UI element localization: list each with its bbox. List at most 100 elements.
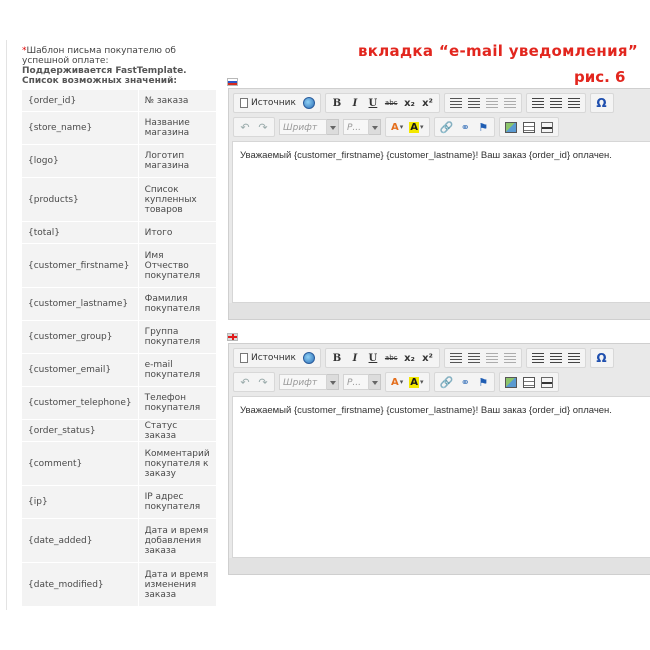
anchor-button[interactable]: ⚑ (475, 119, 491, 135)
size-combo[interactable]: Р... (343, 374, 381, 390)
italic-button[interactable]: I (347, 95, 363, 111)
chevron-down-icon[interactable] (369, 374, 381, 390)
table-row: {customer_email} e-mail покупателя (21, 353, 217, 387)
bulleted-list-button[interactable] (466, 350, 482, 366)
align-right-icon (567, 353, 580, 363)
template-intro: *Шаблон письма покупателю об успешной оп… (22, 46, 222, 86)
unlink-button[interactable]: ⚭ (457, 374, 473, 390)
undo-button[interactable]: ↶ (237, 119, 253, 135)
table-row: {date_added} Дата и время добавления зака… (21, 518, 217, 563)
indent-button[interactable] (502, 95, 518, 111)
variable-key: {customer_group} (21, 320, 139, 354)
align-right-button[interactable] (566, 95, 582, 111)
editor-ru-content[interactable]: Уважаемый {customer_firstname} {customer… (232, 141, 650, 303)
numbered-list-icon (449, 98, 462, 108)
image-button[interactable] (503, 374, 519, 390)
align-left-button[interactable] (530, 95, 546, 111)
toolbar-group-source: Источник (233, 348, 321, 368)
unlink-icon: ⚭ (460, 120, 470, 134)
variable-description: e-mail покупателя (137, 353, 217, 387)
align-center-button[interactable] (548, 95, 564, 111)
subscript-button[interactable]: x₂ (402, 95, 418, 111)
align-center-icon (549, 353, 562, 363)
toolbar-group-lists (443, 348, 522, 368)
document-icon (240, 98, 248, 108)
variable-description: Логотип магазина (137, 144, 217, 178)
indent-button[interactable] (502, 350, 518, 366)
font-combo[interactable]: Шрифт (279, 119, 339, 135)
flag-en-icon[interactable] (227, 333, 238, 341)
link-button[interactable]: 🔗 (438, 374, 456, 390)
unlink-button[interactable]: ⚭ (457, 119, 473, 135)
superscript-button[interactable]: x² (420, 350, 436, 366)
variable-key: {date_added} (21, 518, 139, 563)
hr-button[interactable] (539, 119, 555, 135)
text-color-button[interactable]: A ▾ (389, 119, 405, 135)
hr-button[interactable] (539, 374, 555, 390)
align-left-button[interactable] (530, 350, 546, 366)
chevron-down-icon[interactable] (369, 119, 381, 135)
templates-button[interactable] (301, 95, 317, 111)
align-center-button[interactable] (548, 350, 564, 366)
superscript-button[interactable]: x² (420, 95, 436, 111)
table-button[interactable] (521, 374, 537, 390)
toolbar-group-basic: B I U abc x₂ x² (324, 93, 440, 113)
table-row: {products} Список купленных товаров (21, 177, 217, 222)
strike-button[interactable]: abc (383, 350, 400, 366)
variable-description: Дата и время добавления заказа (137, 518, 217, 563)
templates-button[interactable] (301, 350, 317, 366)
outdent-button[interactable] (484, 95, 500, 111)
source-button[interactable]: Источник (237, 95, 299, 111)
redo-button[interactable]: ↷ (255, 119, 271, 135)
font-combo[interactable]: Шрифт (279, 374, 339, 390)
toolbar-group-source: Источник (233, 93, 321, 113)
undo-button[interactable]: ↶ (237, 374, 253, 390)
toolbar-group-align (525, 348, 586, 368)
outdent-button[interactable] (484, 350, 500, 366)
source-button[interactable]: Источник (237, 350, 299, 366)
numbered-list-button[interactable] (448, 95, 464, 111)
supported-note: Поддерживается FastTemplate. (22, 66, 187, 76)
table-button[interactable] (521, 119, 537, 135)
variable-description: Группа покупателя (137, 320, 217, 354)
template-label: Шаблон письма покупателю об успешной опл… (22, 46, 176, 66)
editor-en-content[interactable]: Уважаемый {customer_firstname} {customer… (232, 396, 650, 558)
text-color-button[interactable]: A ▾ (389, 374, 405, 390)
special-char-button[interactable]: Ω (594, 95, 610, 111)
toolbar-row-2: ↶ ↷ Шрифт Р... A ▾ A ▾ 🔗 ⚭ ⚑ (233, 117, 563, 137)
numbered-list-button[interactable] (448, 350, 464, 366)
bg-color-button[interactable]: A ▾ (407, 374, 425, 390)
size-combo[interactable]: Р... (343, 119, 381, 135)
underline-button[interactable]: U (365, 95, 381, 111)
flag-ru-icon[interactable] (227, 78, 238, 86)
special-char-button[interactable]: Ω (594, 350, 610, 366)
anchor-button[interactable]: ⚑ (475, 374, 491, 390)
bulleted-list-button[interactable] (466, 95, 482, 111)
table-row: {order_status} Статус заказа (21, 419, 217, 442)
bg-color-label: A (409, 121, 420, 133)
link-button[interactable]: 🔗 (438, 119, 456, 135)
bg-color-button[interactable]: A ▾ (407, 119, 425, 135)
toolbar-group-insert (499, 117, 560, 137)
redo-button[interactable]: ↷ (255, 374, 271, 390)
annotation-figure: рис. 6 (574, 68, 626, 86)
align-right-button[interactable] (566, 350, 582, 366)
globe-icon (302, 352, 315, 364)
table-row: {logo} Логотип магазина (21, 144, 217, 178)
image-button[interactable] (503, 119, 519, 135)
variable-key: {customer_email} (21, 353, 139, 387)
chevron-down-icon[interactable] (327, 119, 339, 135)
italic-button[interactable]: I (347, 350, 363, 366)
bold-button[interactable]: B (329, 95, 345, 111)
bulleted-list-icon (467, 98, 480, 108)
variable-description: № заказа (137, 89, 217, 112)
variables-table: {order_id} № заказа {store_name} Название м… (21, 89, 217, 607)
editor-en-footer (229, 558, 650, 574)
chevron-down-icon[interactable] (327, 374, 339, 390)
underline-button[interactable]: U (365, 350, 381, 366)
caret-down-icon: ▾ (420, 123, 424, 131)
bold-button[interactable]: B (329, 350, 345, 366)
text-color-label: A (391, 121, 399, 133)
subscript-button[interactable]: x₂ (402, 350, 418, 366)
strike-button[interactable]: abc (383, 95, 400, 111)
